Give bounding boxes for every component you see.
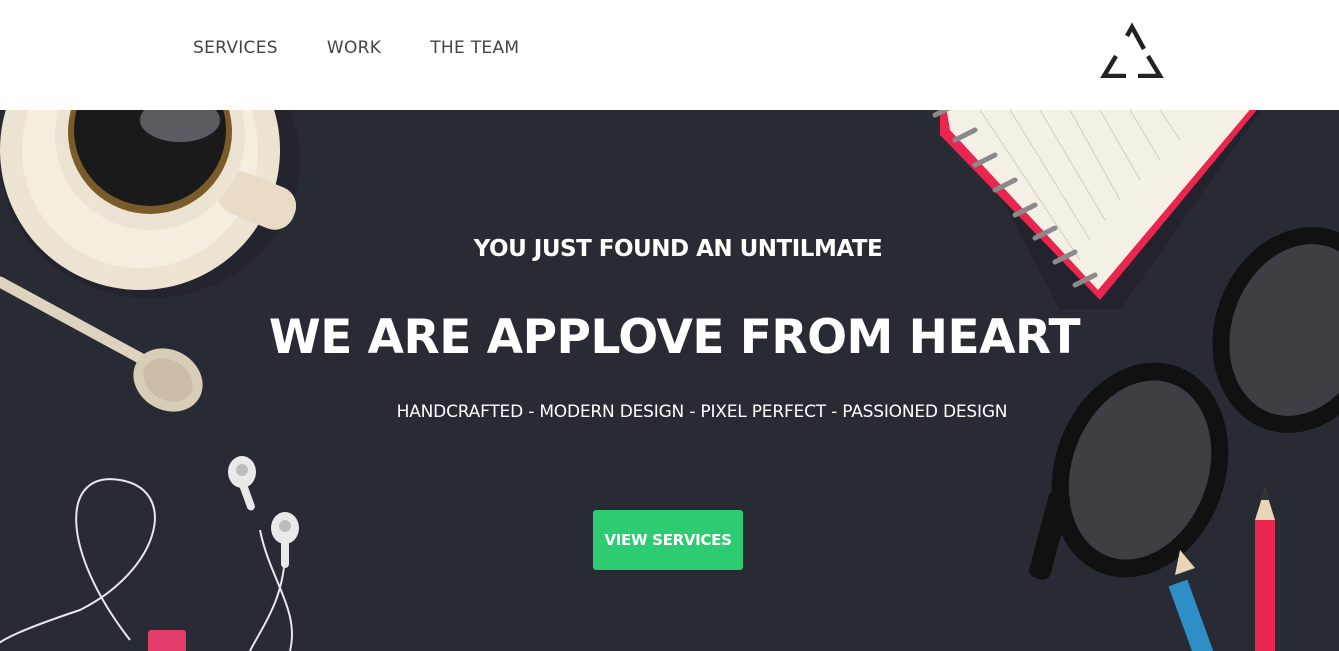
hero-headline: WE ARE APPLOVE FROM HEART <box>268 310 1081 365</box>
main-nav: SERVICES WORK THE TEAM <box>193 38 568 58</box>
nav-link-the-team[interactable]: THE TEAM <box>430 38 519 58</box>
nav-link-work[interactable]: WORK <box>327 38 381 58</box>
hero-content: YOU JUST FOUND AN UNTILMATE WE ARE APPLO… <box>0 110 1339 651</box>
nav-link-services[interactable]: SERVICES <box>193 38 278 58</box>
hero-tagline: HANDCRAFTED - MODERN DESIGN - PIXEL PERF… <box>396 402 1008 422</box>
hero-kicker: YOU JUST FOUND AN UNTILMATE <box>473 236 883 262</box>
triangle-logo-icon[interactable] <box>1100 22 1164 79</box>
hero-section: YOU JUST FOUND AN UNTILMATE WE ARE APPLO… <box>0 110 1339 651</box>
view-services-button[interactable]: VIEW SERVICES <box>593 510 743 570</box>
top-navbar: SERVICES WORK THE TEAM <box>0 0 1339 110</box>
